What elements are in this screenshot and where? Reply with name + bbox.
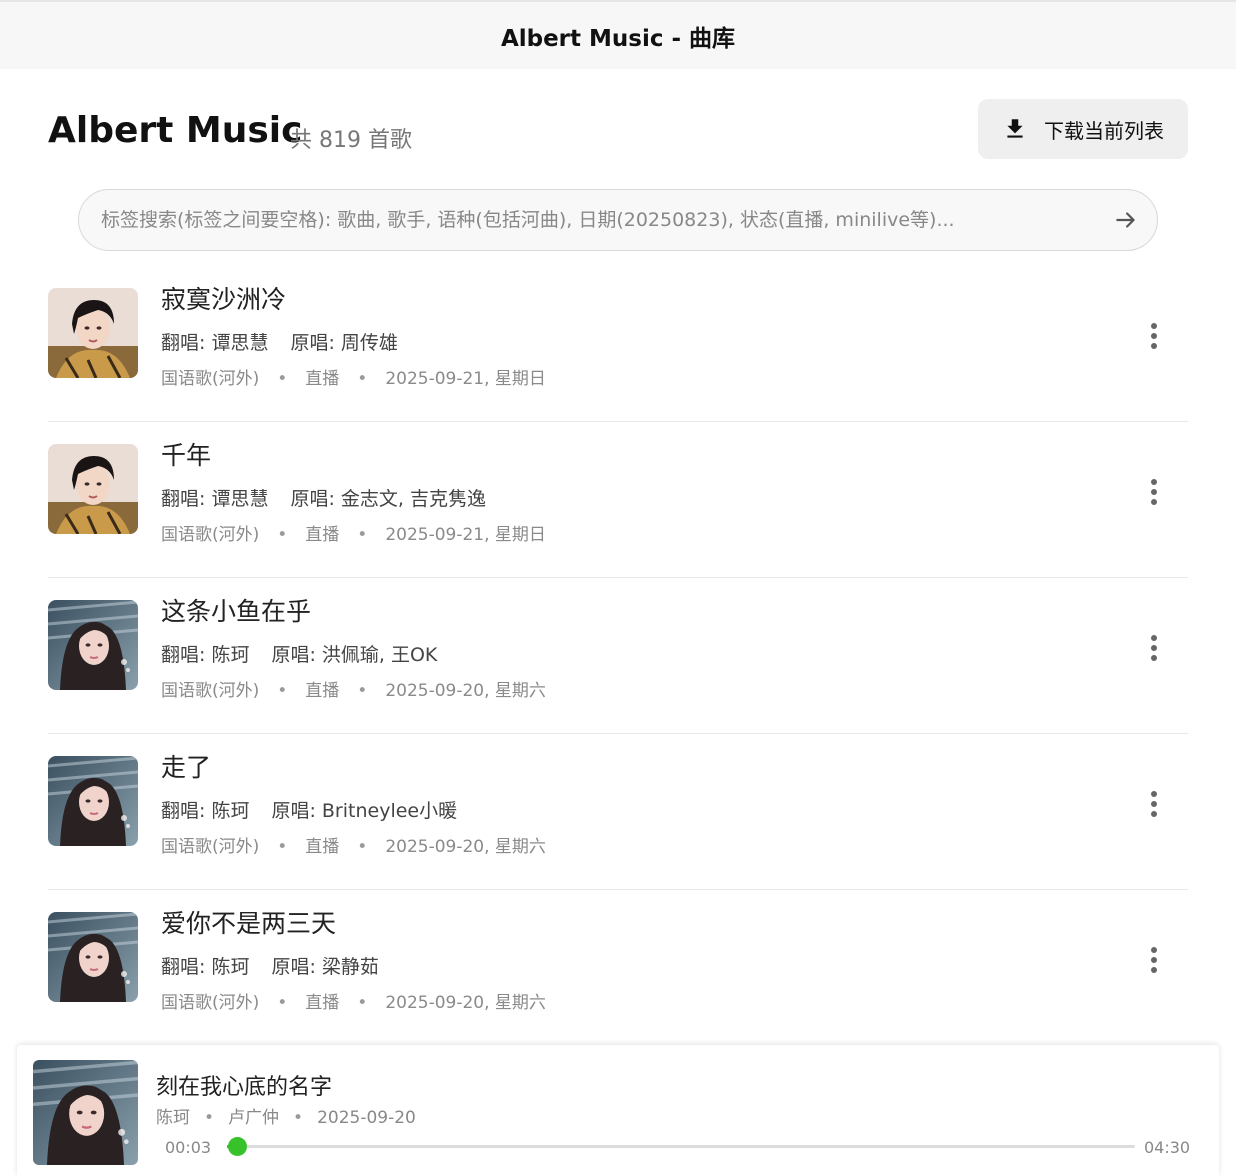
song-row[interactable]: 这条小鱼在乎翻唱: 陈珂 原唱: 洪佩瑜, 王OK 国语歌(河外) • 直播 • 2025-… <box>48 578 1188 734</box>
singer-avatar <box>48 444 138 534</box>
song-date: 2025-09-21, 星期日 <box>385 369 546 389</box>
more-vertical-icon[interactable] <box>1144 784 1164 824</box>
progress-knob[interactable] <box>227 1137 247 1156</box>
cover-artist: 翻唱: 谭思慧 <box>161 332 269 354</box>
song-row[interactable]: 寂寞沙洲冷翻唱: 谭思慧 原唱: 周传雄国语歌(河外) • 直播 • 2025-09-21… <box>48 266 1188 422</box>
song-title[interactable]: 爱你不是两三天 <box>161 904 336 940</box>
original-artist: 原唱: Britneylee小暖 <box>271 800 458 822</box>
song-language: 国语歌(河外) <box>161 837 260 857</box>
now-playing-date: 2025-09-20 <box>317 1108 416 1128</box>
song-meta: 国语歌(河外) • 直播 • 2025-09-21, 星期日 <box>161 520 546 545</box>
song-status: 直播 <box>305 681 340 701</box>
more-vertical-icon[interactable] <box>1144 940 1164 980</box>
download-list-button[interactable]: 下载当前列表 <box>978 99 1188 159</box>
separator-dot: • <box>277 837 288 857</box>
cover-artist: 翻唱: 陈珂 <box>161 644 250 666</box>
song-title[interactable]: 这条小鱼在乎 <box>161 592 311 628</box>
separator-dot: • <box>277 525 288 545</box>
song-artists: 翻唱: 陈珂 原唱: 梁静茹 <box>161 952 379 979</box>
song-title[interactable]: 寂寞沙洲冷 <box>161 280 286 316</box>
current-time: 00:03 <box>165 1138 212 1157</box>
now-playing-bar: 刻在我心底的名字 陈珂 • 卢广仲 • 2025-09-20 00:03 04:30 <box>17 1045 1219 1176</box>
original-artist: 原唱: 金志文, 吉克隽逸 <box>290 488 486 510</box>
cover-artist: 翻唱: 陈珂 <box>161 956 250 978</box>
download-icon <box>1007 119 1023 138</box>
singer-avatar <box>48 600 138 690</box>
more-vertical-icon[interactable] <box>1144 628 1164 668</box>
separator-dot: • <box>357 837 368 857</box>
now-playing-artist: 陈珂 <box>156 1108 190 1128</box>
song-language: 国语歌(河外) <box>161 993 260 1013</box>
page-title: Albert Music <box>48 110 303 151</box>
original-artist: 原唱: 梁静茹 <box>271 956 379 978</box>
original-artist: 原唱: 周传雄 <box>290 332 398 354</box>
song-language: 国语歌(河外) <box>161 369 260 389</box>
song-row[interactable]: 爱你不是两三天 翻唱: 陈珂 原唱: 梁静茹 国语歌(河外) • 直播 • 2025-09-2… <box>48 890 1188 1046</box>
song-language: 国语歌(河外) <box>161 525 260 545</box>
more-vertical-icon[interactable] <box>1144 472 1164 512</box>
now-playing-meta: 陈珂 • 卢广仲 • 2025-09-20 <box>156 1103 416 1128</box>
window-title: Albert Music - 曲库 <box>500 25 736 52</box>
window-titlebar: Albert Music - 曲库 <box>0 0 1236 69</box>
song-row[interactable]: 走了 翻唱: 陈珂 原唱: Britneylee小暖 国语歌(河外) • 直播 • 2025-… <box>48 734 1188 890</box>
song-status: 直播 <box>305 837 340 857</box>
separator-dot: • <box>277 369 288 389</box>
now-playing-title: 刻在我心底的名字 <box>156 1075 333 1100</box>
song-cover[interactable] <box>48 756 138 846</box>
song-cover[interactable] <box>48 444 138 534</box>
separator-dot: • <box>357 681 368 701</box>
song-cover[interactable] <box>48 288 138 378</box>
tag-search-bar <box>78 189 1158 251</box>
song-date: 2025-09-20, 星期六 <box>385 993 546 1013</box>
song-cover[interactable] <box>48 600 138 690</box>
song-date: 2025-09-20, 星期六 <box>385 837 546 857</box>
download-list-label: 下载当前列表 <box>1044 118 1164 143</box>
separator-dot: • <box>277 681 288 701</box>
song-meta: 国语歌(河外) • 直播 • 2025-09-20, 星期六 <box>161 988 546 1013</box>
singer-avatar <box>48 912 138 1002</box>
now-playing-cover[interactable] <box>33 1060 138 1165</box>
separator-dot: • <box>357 369 368 389</box>
song-artists: 翻唱: 陈珂 原唱: Britneylee小暖 <box>161 796 457 823</box>
song-status: 直播 <box>305 369 340 389</box>
song-cover[interactable] <box>48 912 138 1002</box>
song-artists: 翻唱: 陈珂 原唱: 洪佩瑜, 王OK <box>161 640 437 667</box>
singer-avatar <box>48 288 138 378</box>
separator-dot: • <box>204 1108 215 1128</box>
song-status: 直播 <box>305 525 340 545</box>
separator-dot: • <box>357 525 368 545</box>
singer-avatar <box>48 756 138 846</box>
progress-track[interactable] <box>227 1137 1135 1156</box>
song-meta: 国语歌(河外) • 直播 • 2025-09-21, 星期日 <box>161 364 546 389</box>
more-vertical-icon[interactable] <box>1144 316 1164 356</box>
separator-dot: • <box>277 993 288 1013</box>
tag-search-input[interactable] <box>101 209 1101 231</box>
now-playing-original: 卢广仲 <box>228 1108 280 1128</box>
song-status: 直播 <box>305 993 340 1013</box>
song-meta: 国语歌(河外) • 直播 • 2025-09-20, 星期六 <box>161 676 546 701</box>
song-artists: 翻唱: 谭思慧 原唱: 金志文, 吉克隽逸 <box>161 484 486 511</box>
cover-artist: 翻唱: 陈珂 <box>161 800 250 822</box>
song-count: 共 819 首歌 <box>290 128 412 153</box>
song-artists: 翻唱: 谭思慧 原唱: 周传雄 <box>161 328 398 355</box>
song-date: 2025-09-20, 星期六 <box>385 681 546 701</box>
song-row[interactable]: 千年翻唱: 谭思慧 原唱: 金志文, 吉克隽逸国语歌(河外) • 直播 • 2025-09… <box>48 422 1188 578</box>
separator-dot: • <box>357 993 368 1013</box>
song-language: 国语歌(河外) <box>161 681 260 701</box>
song-title[interactable]: 走了 <box>161 748 211 784</box>
song-date: 2025-09-21, 星期日 <box>385 525 546 545</box>
total-time: 04:30 <box>1144 1138 1191 1157</box>
singer-avatar <box>33 1060 138 1165</box>
original-artist: 原唱: 洪佩瑜, 王OK <box>271 644 438 666</box>
song-title[interactable]: 千年 <box>161 436 211 472</box>
arrow-right-icon[interactable] <box>1113 207 1139 233</box>
song-meta: 国语歌(河外) • 直播 • 2025-09-20, 星期六 <box>161 832 546 857</box>
separator-dot: • <box>293 1108 304 1128</box>
cover-artist: 翻唱: 谭思慧 <box>161 488 269 510</box>
